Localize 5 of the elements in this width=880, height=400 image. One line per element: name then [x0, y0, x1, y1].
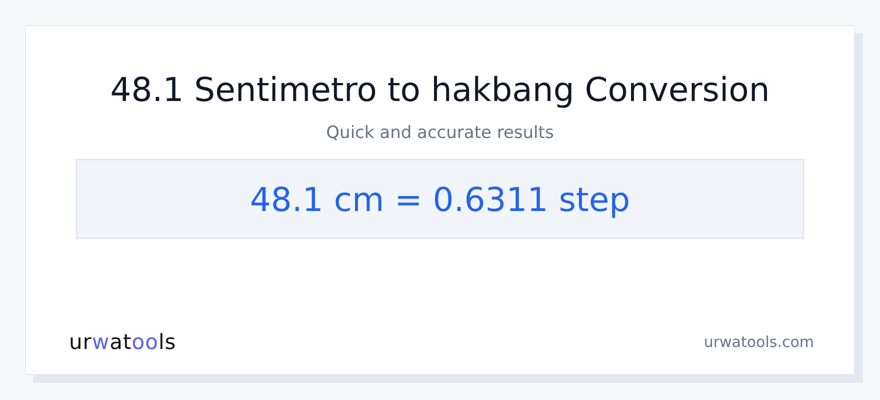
site-address: urwatools.com — [704, 333, 814, 351]
logo: urwatools — [69, 330, 176, 354]
page-title: 48.1 Sentimetro to hakbang Conversion — [110, 70, 770, 110]
subtitle: Quick and accurate results — [326, 123, 554, 143]
conversion-result: 48.1 cm = 0.6311 step — [250, 180, 630, 218]
